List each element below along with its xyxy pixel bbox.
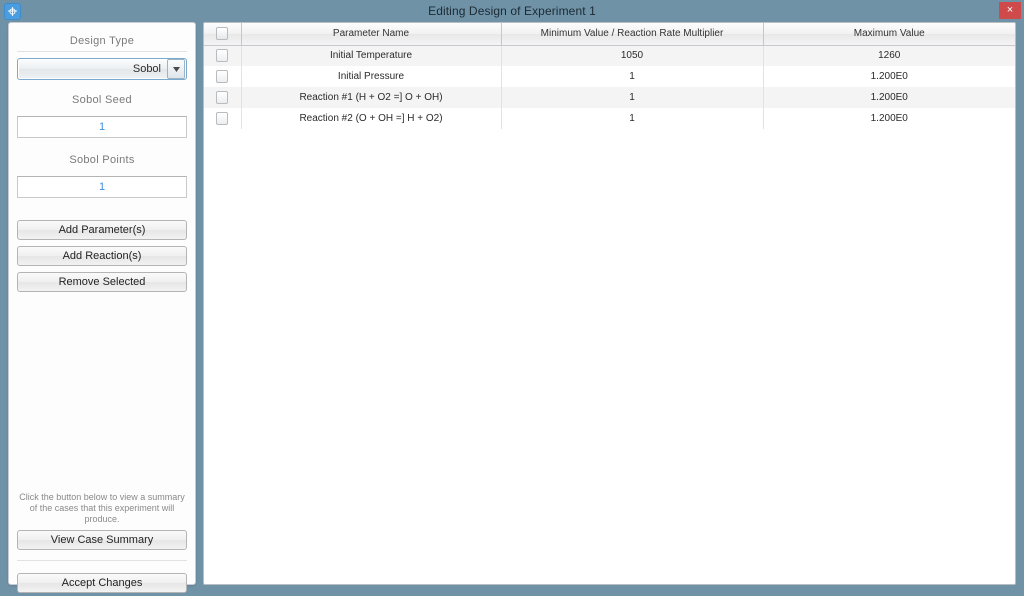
parameter-name-cell[interactable]: Initial Temperature	[241, 45, 502, 66]
sobol-points-input[interactable]: 1	[17, 176, 187, 198]
commit-button-group: Accept Changes Cancel Changes	[9, 573, 195, 596]
parameter-name-cell[interactable]: Reaction #2 (O + OH =] H + O2)	[241, 108, 502, 129]
table-head: Parameter Name Minimum Value / Reaction …	[204, 23, 1015, 46]
row-checkbox[interactable]	[216, 49, 229, 63]
add-parameters-button[interactable]: Add Parameter(s)	[17, 220, 187, 240]
table-row[interactable]: Reaction #1 (H + O2 =] O + OH) 1 1.200E0	[204, 87, 1015, 108]
maximum-value-cell[interactable]: 1260	[763, 45, 1015, 66]
view-case-summary-group: View Case Summary	[9, 530, 195, 550]
design-settings-panel: Design Type Sobol Sobol Seed 1 Sobol Poi…	[8, 22, 196, 593]
design-type-value: Sobol	[132, 63, 161, 75]
row-select-cell	[204, 66, 242, 87]
parameter-name-cell[interactable]: Initial Pressure	[241, 66, 502, 87]
sobol-points-label: Sobol Points	[69, 154, 135, 166]
design-type-select[interactable]: Sobol	[17, 58, 187, 80]
table-row[interactable]: Initial Pressure 1 1.200E0	[204, 66, 1015, 87]
select-all-checkbox[interactable]	[216, 27, 229, 41]
title-bar: Editing Design of Experiment 1 ×	[0, 0, 1024, 22]
parameters-table-panel: Parameter Name Minimum Value / Reaction …	[203, 22, 1016, 585]
design-type-label: Design Type	[69, 35, 135, 47]
action-button-group: Add Parameter(s) Add Reaction(s) Remove …	[9, 220, 195, 292]
table-body: Initial Temperature 1050 1260 Initial Press…	[204, 45, 1015, 129]
maximum-value-header[interactable]: Maximum Value	[763, 23, 1015, 46]
sobol-seed-field: 1	[9, 110, 195, 138]
minimum-value-cell[interactable]: 1	[501, 87, 764, 108]
remove-selected-button[interactable]: Remove Selected	[17, 272, 187, 292]
minimum-value-cell[interactable]: 1050	[501, 45, 764, 66]
window-title: Editing Design of Experiment 1	[428, 4, 596, 18]
parameter-name-cell[interactable]: Reaction #1 (H + O2 =] O + OH)	[241, 87, 502, 108]
application-window: Editing Design of Experiment 1 × Design …	[0, 0, 1024, 596]
table-empty-area	[204, 129, 1015, 549]
close-icon: ×	[1006, 4, 1014, 16]
row-checkbox[interactable]	[216, 70, 229, 83]
accept-changes-button[interactable]: Accept Changes	[17, 573, 187, 593]
maximum-value-cell[interactable]: 1.200E0	[763, 87, 1015, 108]
parameters-table: Parameter Name Minimum Value / Reaction …	[204, 23, 1015, 129]
row-checkbox[interactable]	[216, 91, 229, 104]
sobol-points-field: 1	[9, 170, 195, 198]
minimum-value-header[interactable]: Minimum Value / Reaction Rate Multiplier	[501, 23, 764, 46]
window-content: Design Type Sobol Sobol Seed 1 Sobol Poi…	[0, 22, 1024, 596]
row-select-cell	[204, 87, 242, 108]
add-reactions-button[interactable]: Add Reaction(s)	[17, 246, 187, 266]
row-checkbox[interactable]	[216, 112, 229, 125]
select-all-header	[204, 23, 242, 46]
panel-spacer	[9, 298, 195, 492]
case-summary-help-text: Click the button below to view a summary…	[19, 492, 185, 524]
minimum-value-cell[interactable]: 1	[501, 66, 764, 87]
sobol-seed-label: Sobol Seed	[72, 94, 132, 106]
view-case-summary-button[interactable]: View Case Summary	[17, 530, 187, 550]
design-type-field: Sobol	[9, 52, 195, 80]
parameter-name-header[interactable]: Parameter Name	[241, 23, 502, 46]
row-select-cell	[204, 45, 242, 66]
table-header-row: Parameter Name Minimum Value / Reaction …	[204, 23, 1015, 46]
maximum-value-cell[interactable]: 1.200E0	[763, 108, 1015, 129]
minimum-value-cell[interactable]: 1	[501, 108, 764, 129]
table-row[interactable]: Reaction #2 (O + OH =] H + O2) 1 1.200E0	[204, 108, 1015, 129]
chevron-down-icon[interactable]	[167, 59, 185, 79]
table-row[interactable]: Initial Temperature 1050 1260	[204, 45, 1015, 66]
maximum-value-cell[interactable]: 1.200E0	[763, 66, 1015, 87]
sobol-seed-input[interactable]: 1	[17, 116, 187, 138]
row-select-cell	[204, 108, 242, 129]
close-button[interactable]: ×	[999, 2, 1021, 19]
